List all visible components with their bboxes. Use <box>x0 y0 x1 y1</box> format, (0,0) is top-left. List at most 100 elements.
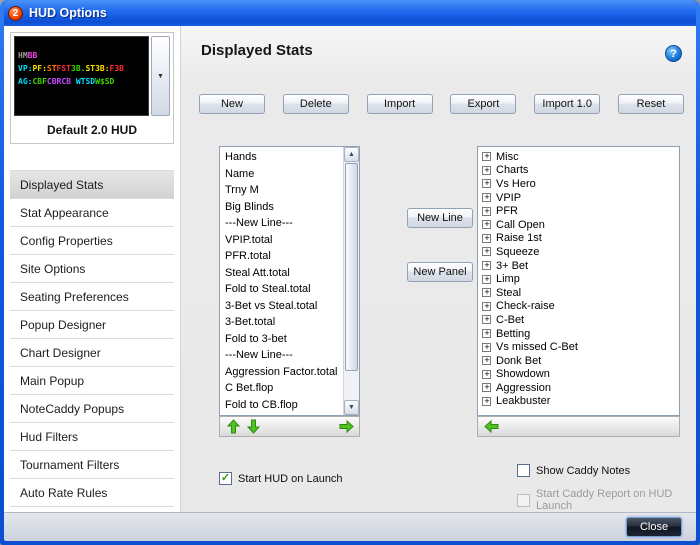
sidebar-item[interactable]: Main Popup <box>10 367 174 395</box>
expand-plus-icon[interactable] <box>482 165 491 175</box>
stat-category-label: Donk Bet <box>496 354 542 367</box>
sidebar-item[interactable]: Site Options <box>10 255 174 283</box>
sidebar-item[interactable]: Displayed Stats <box>10 171 174 199</box>
main-panel: Displayed Stats ? New Delete Import Expo… <box>180 26 696 512</box>
checkbox-box[interactable]: ✓ <box>219 472 232 485</box>
scroll-down-icon[interactable]: ▼ <box>344 400 359 415</box>
scroll-thumb[interactable] <box>345 163 358 371</box>
toolbar-button[interactable]: Delete <box>282 94 349 114</box>
toolbar-button[interactable]: Reset <box>617 94 684 114</box>
toolbar-button[interactable]: Import <box>366 94 433 114</box>
stat-category-item[interactable]: Donk Bet <box>482 354 679 368</box>
stat-category-item[interactable]: VPIP <box>482 191 679 205</box>
expand-plus-icon[interactable] <box>482 329 491 339</box>
stat-list-item[interactable]: VPIP.total <box>225 232 343 249</box>
close-button[interactable]: Close <box>626 517 682 537</box>
title-bar[interactable]: 2 HUD Options <box>4 0 696 26</box>
stat-category-item[interactable]: Aggression <box>482 381 679 395</box>
hud-profile-name: Default 2.0 HUD <box>46 123 138 137</box>
stat-category-item[interactable]: Vs missed C-Bet <box>482 340 679 354</box>
expand-plus-icon[interactable] <box>482 206 491 216</box>
expand-plus-icon[interactable] <box>482 220 491 230</box>
stat-category-item[interactable]: Leakbuster <box>482 395 679 409</box>
sidebar-item[interactable]: Seating Preferences <box>10 283 174 311</box>
sidebar-item[interactable]: Popup Designer <box>10 311 174 339</box>
new-panel-button[interactable]: New Panel <box>407 262 473 282</box>
stat-category-item[interactable]: Showdown <box>482 368 679 382</box>
move-down-icon[interactable] <box>243 418 263 435</box>
stat-categories-listbox[interactable]: Misc Charts Vs Hero <box>477 146 680 416</box>
stat-list-item[interactable]: Trny M <box>225 182 343 199</box>
sidebar-item[interactable]: NoteCaddy Popups <box>10 395 174 423</box>
stat-category-item[interactable]: 3+ Bet <box>482 259 679 273</box>
stat-category-item[interactable]: Charts <box>482 164 679 178</box>
stat-category-item[interactable]: Raise 1st <box>482 232 679 246</box>
stat-list-item[interactable]: 3-Bet vs Steal.total <box>225 298 343 315</box>
stat-category-item[interactable]: Misc <box>482 150 679 164</box>
stat-category-item[interactable]: Vs Hero <box>482 177 679 191</box>
stat-list-item[interactable]: Fold to CB.flop <box>225 397 343 414</box>
expand-plus-icon[interactable] <box>482 342 491 352</box>
expand-plus-icon[interactable] <box>482 356 491 366</box>
stat-category-label: Vs Hero <box>496 177 536 190</box>
sidebar-item[interactable]: Hud Filters <box>10 423 174 451</box>
expand-plus-icon[interactable] <box>482 396 491 406</box>
stat-list-item[interactable]: Steal Att.total <box>225 265 343 282</box>
expand-plus-icon[interactable] <box>482 152 491 162</box>
sidebar-item-label: Site Options <box>20 261 86 276</box>
stat-list-item[interactable]: Fold to 3-bet <box>225 331 343 348</box>
move-left-icon[interactable] <box>481 418 501 435</box>
stat-category-label: C-Bet <box>496 313 525 326</box>
stat-list-item[interactable]: Hands <box>225 149 343 166</box>
start-hud-checkbox[interactable]: ✓ Start HUD on Launch <box>219 472 343 485</box>
expand-plus-icon[interactable] <box>482 233 491 243</box>
stat-list-item[interactable]: ---New Line--- <box>225 215 343 232</box>
sidebar-item[interactable]: Config Properties <box>10 227 174 255</box>
sidebar-item[interactable]: Tournament Filters <box>10 451 174 479</box>
sidebar-item[interactable]: Auto Rate Rules <box>10 479 174 507</box>
stat-category-item[interactable]: Squeeze <box>482 245 679 259</box>
sidebar-item[interactable]: Stat Appearance <box>10 199 174 227</box>
stat-list-item[interactable]: 3-Bet.total <box>225 314 343 331</box>
stat-category-item[interactable]: C-Bet <box>482 313 679 327</box>
stat-category-item[interactable]: Steal <box>482 286 679 300</box>
move-right-icon[interactable] <box>336 418 356 435</box>
stat-category-item[interactable]: Betting <box>482 327 679 341</box>
scroll-up-icon[interactable]: ▲ <box>344 147 359 162</box>
toolbar-button[interactable]: Import 1.0 <box>534 94 601 114</box>
expand-plus-icon[interactable] <box>482 288 491 298</box>
stat-list-item[interactable]: ---New Line--- <box>225 347 343 364</box>
stat-category-item[interactable]: PFR <box>482 204 679 218</box>
toolbar-button[interactable]: New <box>199 94 265 114</box>
expand-plus-icon[interactable] <box>482 274 491 284</box>
expand-plus-icon[interactable] <box>482 315 491 325</box>
help-icon[interactable]: ? <box>665 45 682 62</box>
selected-stats-listbox[interactable]: Hands Name Trny M Big Blinds ---New Line… <box>219 146 360 416</box>
checkbox-box[interactable] <box>517 464 530 477</box>
stat-category-label: Leakbuster <box>496 395 551 408</box>
stat-list-item[interactable]: C Bet.flop <box>225 380 343 397</box>
checkbox-label: Show Caddy Notes <box>536 464 631 477</box>
new-line-button[interactable]: New Line <box>407 208 473 228</box>
stat-category-item[interactable]: Limp <box>482 272 679 286</box>
stat-list-item[interactable]: Name <box>225 166 343 183</box>
show-caddy-notes-checkbox[interactable]: Show Caddy Notes <box>517 464 630 477</box>
expand-plus-icon[interactable] <box>482 383 491 393</box>
scrollbar[interactable]: ▲ ▼ <box>343 147 359 415</box>
toolbar-button[interactable]: Export <box>450 94 517 114</box>
stat-category-item[interactable]: Call Open <box>482 218 679 232</box>
stat-list-item[interactable]: Aggression Factor.total <box>225 364 343 381</box>
expand-plus-icon[interactable] <box>482 179 491 189</box>
expand-plus-icon[interactable] <box>482 193 491 203</box>
sidebar-item[interactable]: Chart Designer <box>10 339 174 367</box>
expand-plus-icon[interactable] <box>482 261 491 271</box>
expand-plus-icon[interactable] <box>482 301 491 311</box>
move-up-icon[interactable] <box>223 418 243 435</box>
stat-category-item[interactable]: Check-raise <box>482 300 679 314</box>
stat-list-item[interactable]: PFR.total <box>225 248 343 265</box>
expand-plus-icon[interactable] <box>482 369 491 379</box>
expand-plus-icon[interactable] <box>482 247 491 257</box>
hud-profile-dropdown-button[interactable]: ▼ <box>151 36 170 116</box>
stat-list-item[interactable]: Fold to Steal.total <box>225 281 343 298</box>
stat-list-item[interactable]: Big Blinds <box>225 199 343 216</box>
